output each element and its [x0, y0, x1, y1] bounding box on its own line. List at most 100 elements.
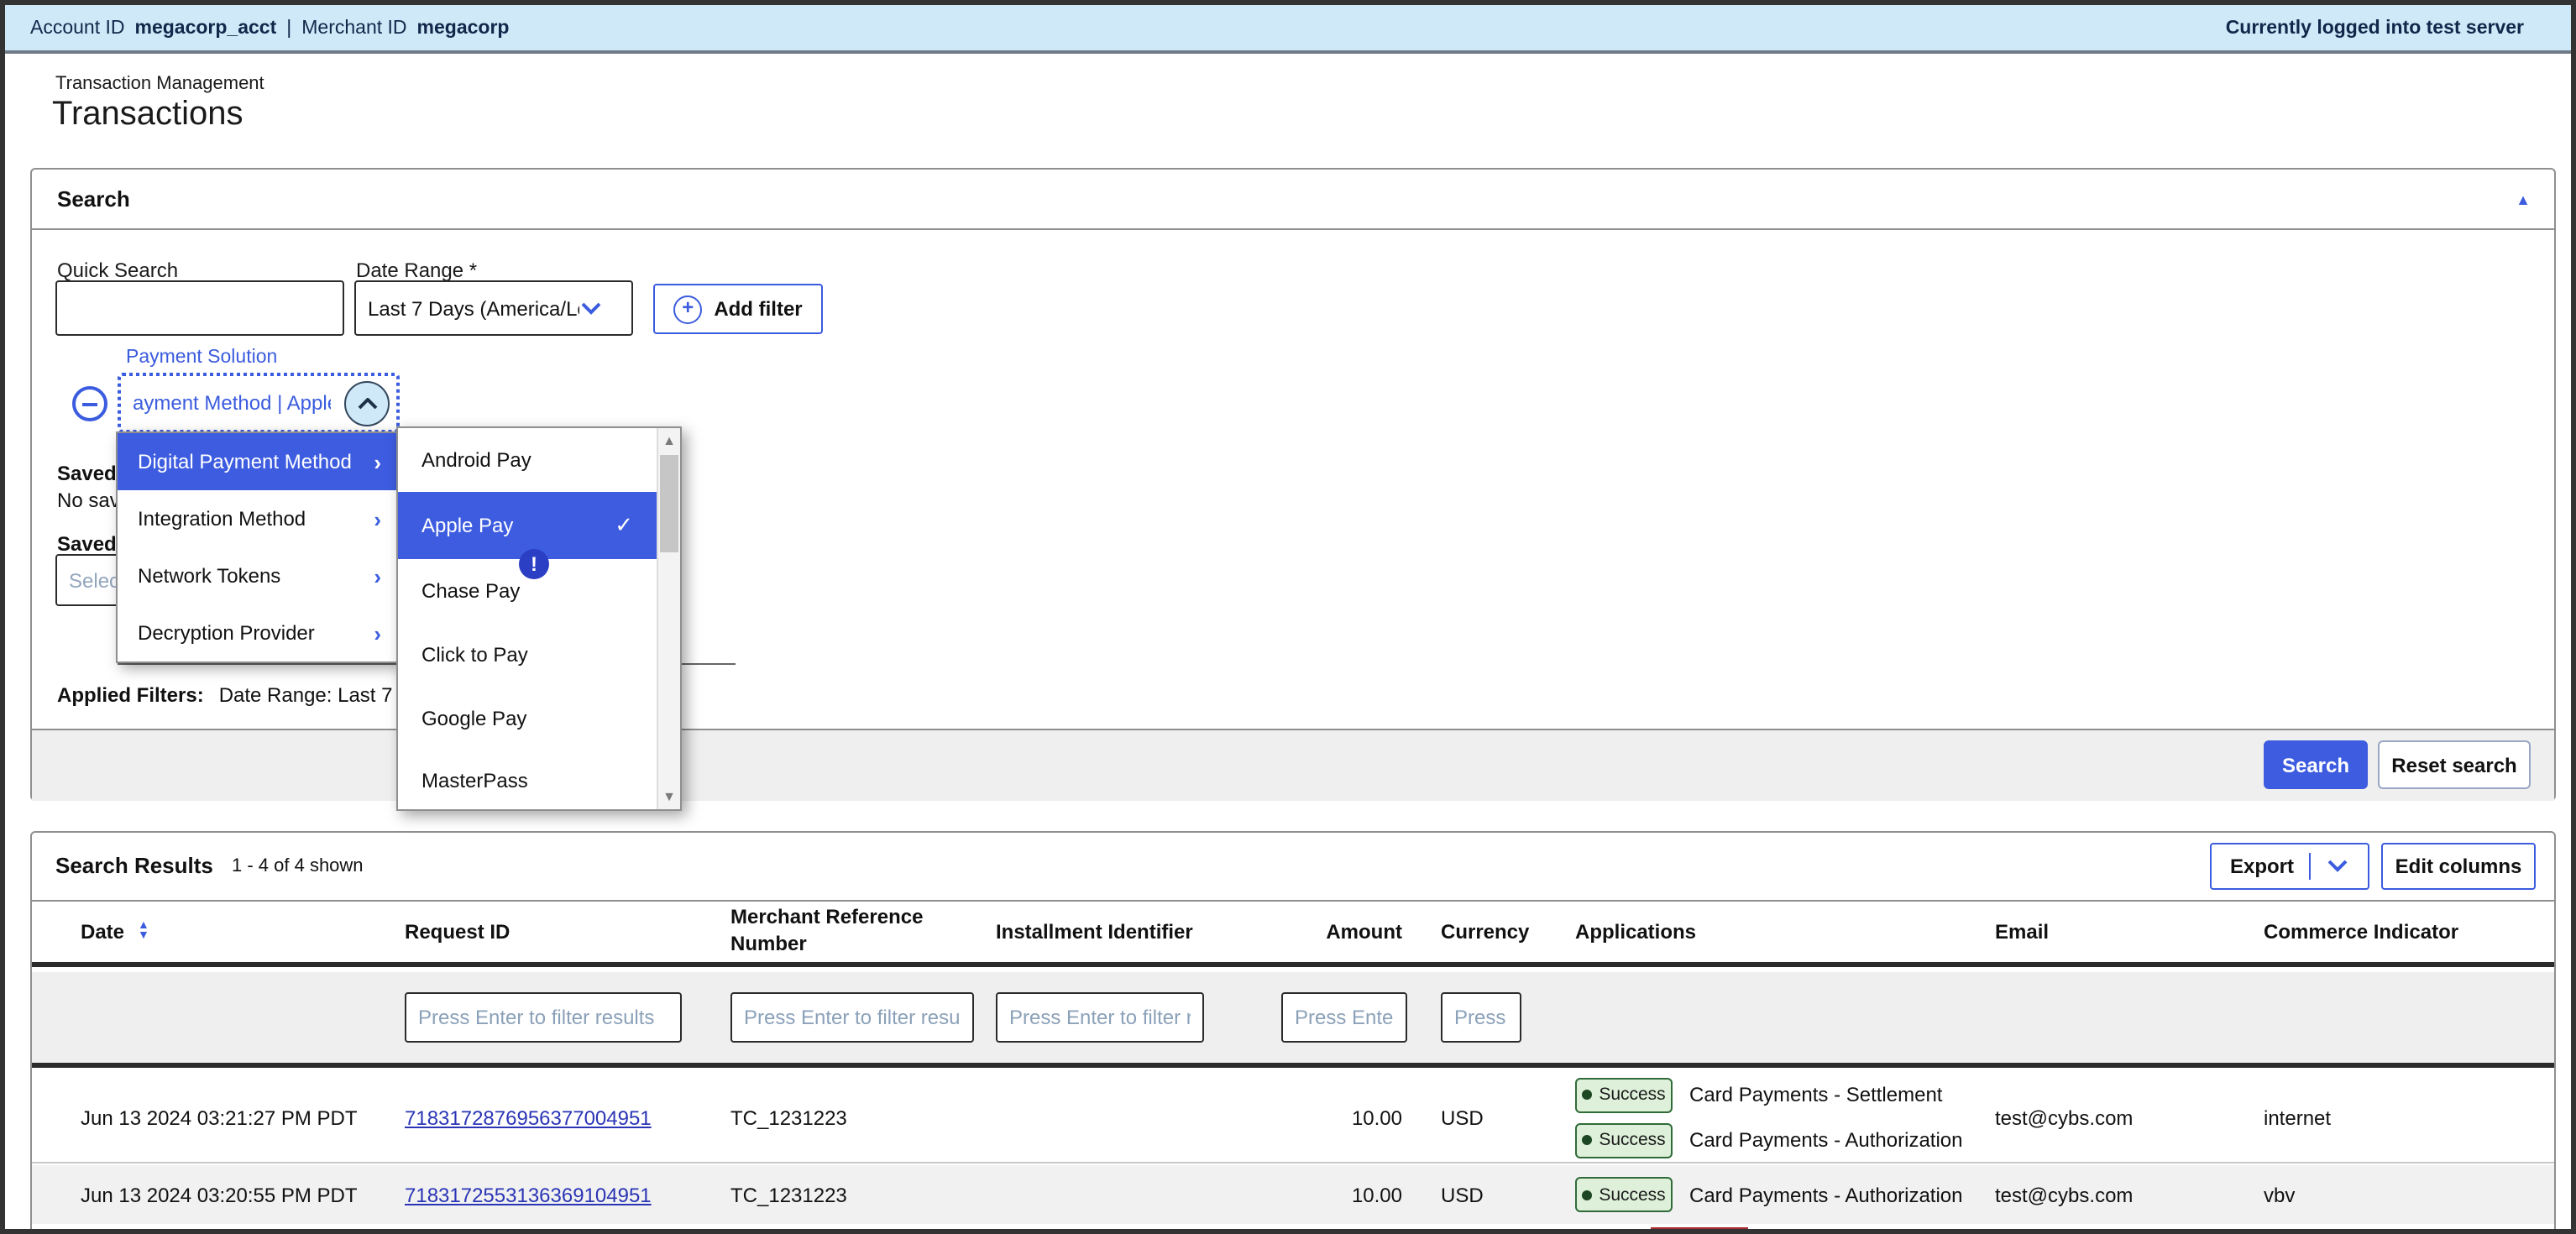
plus-circle-icon: + [673, 295, 702, 323]
option-label: Apple Pay [421, 514, 513, 537]
saved-searches-label: Saved [57, 462, 117, 485]
cell-merchant-reference: TC_1231223 [730, 1183, 996, 1206]
option-label: Google Pay [421, 707, 526, 730]
breadcrumb: Transaction Management [55, 74, 264, 94]
cell-merchant-reference: TC_1231223 [730, 1106, 996, 1129]
results-title: Search Results [55, 853, 213, 878]
alert-icon: ! [519, 549, 549, 579]
column-header-email: Email [1973, 919, 2242, 943]
scroll-down-icon[interactable]: ▼ [658, 789, 680, 804]
add-filter-label: Add filter [714, 297, 802, 321]
edit-columns-label: Edit columns [2395, 855, 2522, 878]
search-results-panel: Search Results 1 - 4 of 4 shown Export E… [30, 831, 2556, 1234]
option-masterpass[interactable]: MasterPass [398, 750, 657, 809]
column-label: Currency [1441, 919, 1529, 943]
topbar-separator: | [286, 18, 291, 38]
menu-item-label: Integration Method [138, 507, 306, 531]
partial-status-badge [1651, 1227, 1748, 1234]
application-name: Card Payments - Authorization [1689, 1183, 1963, 1206]
filter-category-menu: Digital Payment Method › Integration Met… [116, 431, 400, 663]
column-header-date[interactable]: Date ▲▼ [81, 919, 405, 943]
column-header-currency: Currency [1416, 919, 1550, 943]
menu-item-decryption-provider[interactable]: Decryption Provider › [118, 604, 398, 661]
chevron-right-icon: › [374, 506, 381, 531]
status-label: Success [1599, 1085, 1665, 1105]
cell-amount: 10.00 [1281, 1183, 1416, 1206]
cell-currency: USD [1416, 1106, 1550, 1129]
button-divider [2309, 853, 2311, 880]
cell-currency: USD [1416, 1183, 1550, 1206]
table-row[interactable]: Jun 13 2024 03:21:27 PM PDT 718317287695… [32, 1073, 2554, 1163]
export-button[interactable]: Export [2210, 843, 2369, 890]
merchant-id-label: Merchant ID [301, 18, 406, 38]
cell-email: test@cybs.com [1973, 1183, 2242, 1206]
column-label: Date [81, 919, 124, 943]
amount-filter-input[interactable] [1281, 992, 1407, 1043]
submenu-scrollbar[interactable]: ▲ ▼ [657, 428, 680, 809]
currency-filter-input[interactable] [1441, 992, 1521, 1043]
request-id-filter-input[interactable] [405, 992, 682, 1043]
status-label: Success [1599, 1130, 1665, 1150]
status-badge: Success [1575, 1077, 1673, 1112]
page-title: Transactions [52, 96, 243, 134]
quick-search-input[interactable] [55, 280, 344, 336]
column-header-applications: Applications [1550, 919, 1973, 943]
status-dot-icon [1582, 1190, 1592, 1200]
request-id-link[interactable]: 7183172876956377004951 [405, 1106, 652, 1129]
remove-filter-icon[interactable] [72, 386, 107, 421]
installment-filter-input[interactable] [996, 992, 1204, 1043]
column-label: Applications [1575, 919, 1696, 943]
applied-filters-row: Applied Filters: Date Range: Last 7 Days [57, 683, 444, 707]
column-header-request-id: Request ID [405, 919, 730, 943]
column-label: Commerce Indicator [2264, 919, 2458, 943]
menu-item-network-tokens[interactable]: Network Tokens › [118, 547, 398, 604]
option-google-pay[interactable]: Google Pay [398, 687, 657, 750]
cell-applications: Success Card Payments - Authorization [1550, 1177, 1973, 1212]
cell-commerce-indicator: internet [2242, 1106, 2554, 1129]
status-dot-icon [1582, 1135, 1592, 1145]
column-header-commerce-indicator: Commerce Indicator [2242, 919, 2554, 943]
application-name: Card Payments - Authorization [1689, 1128, 1963, 1152]
option-label: Click to Pay [421, 643, 528, 667]
add-filter-button[interactable]: + Add filter [653, 284, 823, 334]
merchant-reference-filter-input[interactable] [730, 992, 974, 1043]
option-apple-pay[interactable]: Apple Pay ✓ [398, 492, 657, 559]
saved-searches-label-2: Saved [57, 532, 117, 556]
sort-icon[interactable]: ▲▼ [138, 923, 149, 943]
edit-columns-button[interactable]: Edit columns [2381, 843, 2536, 890]
results-count: 1 - 4 of 4 shown [232, 856, 364, 876]
menu-item-label: Digital Payment Method [138, 450, 352, 473]
date-range-select[interactable]: Last 7 Days (America/Los_A [354, 280, 633, 336]
chevron-right-icon: › [374, 620, 381, 646]
column-label: Installment Identifier [996, 919, 1193, 943]
table-row[interactable]: Jun 13 2024 03:20:55 PM PDT 718317255313… [32, 1165, 2554, 1224]
cell-applications: Success Card Payments - Settlement Succe… [1550, 1077, 1973, 1158]
status-badge: Success [1575, 1122, 1673, 1158]
option-label: Chase Pay [421, 579, 520, 603]
table-header-row: Date▲▼ Request ID Merchant Reference Num… [32, 900, 2554, 967]
cell-email: test@cybs.com [1973, 1106, 2242, 1129]
results-header: Search Results 1 - 4 of 4 shown Export E… [32, 833, 2554, 902]
scrollbar-thumb[interactable] [660, 455, 678, 552]
check-icon: ✓ [615, 512, 633, 539]
collapse-panel-icon[interactable]: ▲ [2516, 191, 2531, 207]
payment-solution-filter-chip[interactable]: ayment Method | Apple Pay [118, 373, 400, 433]
chevron-right-icon: › [374, 449, 381, 474]
reset-search-button[interactable]: Reset search [2378, 740, 2531, 789]
account-merchant-info: Account ID megacorp_acct | Merchant ID m… [30, 18, 509, 38]
application-entry: Success Card Payments - Settlement [1575, 1077, 1973, 1112]
chip-collapse-toggle[interactable] [344, 380, 390, 426]
scroll-up-icon[interactable]: ▲ [658, 433, 680, 448]
export-label: Export [2230, 855, 2294, 878]
chevron-down-icon[interactable] [2326, 860, 2349, 873]
merchant-id-value: megacorp [417, 18, 510, 38]
option-android-pay[interactable]: Android Pay [398, 428, 657, 492]
option-click-to-pay[interactable]: Click to Pay [398, 623, 657, 687]
application-entry: Success Card Payments - Authorization [1575, 1122, 1973, 1158]
menu-item-integration-method[interactable]: Integration Method › [118, 490, 398, 547]
search-button[interactable]: Search [2264, 740, 2368, 789]
menu-item-digital-payment-method[interactable]: Digital Payment Method › [118, 433, 398, 490]
request-id-link[interactable]: 7183172553136369104951 [405, 1183, 652, 1206]
application-name: Card Payments - Settlement [1689, 1083, 1942, 1106]
status-label: Success [1599, 1184, 1665, 1205]
